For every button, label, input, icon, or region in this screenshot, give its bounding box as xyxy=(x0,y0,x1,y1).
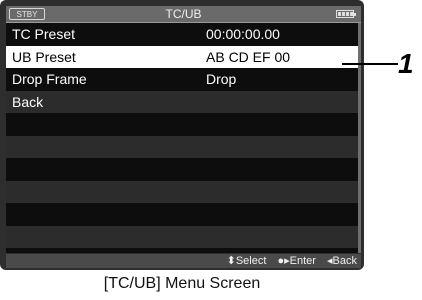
figure-caption: [TC/UB] Menu Screen xyxy=(103,275,261,292)
menu-item-label: Drop Frame xyxy=(12,71,87,87)
menu-header: STBY TC/UB xyxy=(6,6,361,23)
menu-item-label: TC Preset xyxy=(12,26,76,42)
back-hint: ◂Back xyxy=(327,255,357,267)
menu-item-label: UB Preset xyxy=(12,48,76,65)
battery-icon xyxy=(336,10,356,18)
empty-row xyxy=(6,225,358,248)
menu-item-value: Drop xyxy=(206,71,237,87)
camera-lcd-frame: STBY TC/UB TC Preset 00:00:00.00 UB Pres… xyxy=(0,0,364,270)
scrollbar[interactable] xyxy=(358,23,361,253)
empty-row xyxy=(6,135,358,158)
select-hint: ⬍Select xyxy=(226,255,267,267)
menu-item-label: Back xyxy=(12,93,44,110)
menu-screen: STBY TC/UB TC Preset 00:00:00.00 UB Pres… xyxy=(6,6,361,253)
menu-footer: ⬍Select ●▸Enter ◂Back xyxy=(6,254,361,268)
button-hints: ⬍Select ●▸Enter ◂Back xyxy=(219,254,357,268)
menu-list: TC Preset 00:00:00.00 UB Preset AB CD EF… xyxy=(6,23,358,248)
enter-hint: ●▸Enter xyxy=(277,255,316,267)
empty-row xyxy=(6,158,358,181)
menu-item-tc-preset[interactable]: TC Preset 00:00:00.00 xyxy=(6,23,358,46)
menu-item-drop-frame[interactable]: Drop Frame Drop xyxy=(6,68,358,91)
empty-row xyxy=(6,113,358,136)
menu-item-value: 00:00:00.00 xyxy=(206,26,280,42)
empty-row xyxy=(6,180,358,203)
menu-item-value: AB CD EF 00 xyxy=(206,48,291,65)
menu-item-back[interactable]: Back xyxy=(6,90,358,113)
callout-line xyxy=(342,63,398,65)
menu-item-ub-preset[interactable]: UB Preset AB CD EF 00 xyxy=(6,45,358,68)
empty-row xyxy=(6,203,358,226)
menu-title: TC/UB xyxy=(165,7,202,21)
callout-number: 1 xyxy=(398,48,414,79)
